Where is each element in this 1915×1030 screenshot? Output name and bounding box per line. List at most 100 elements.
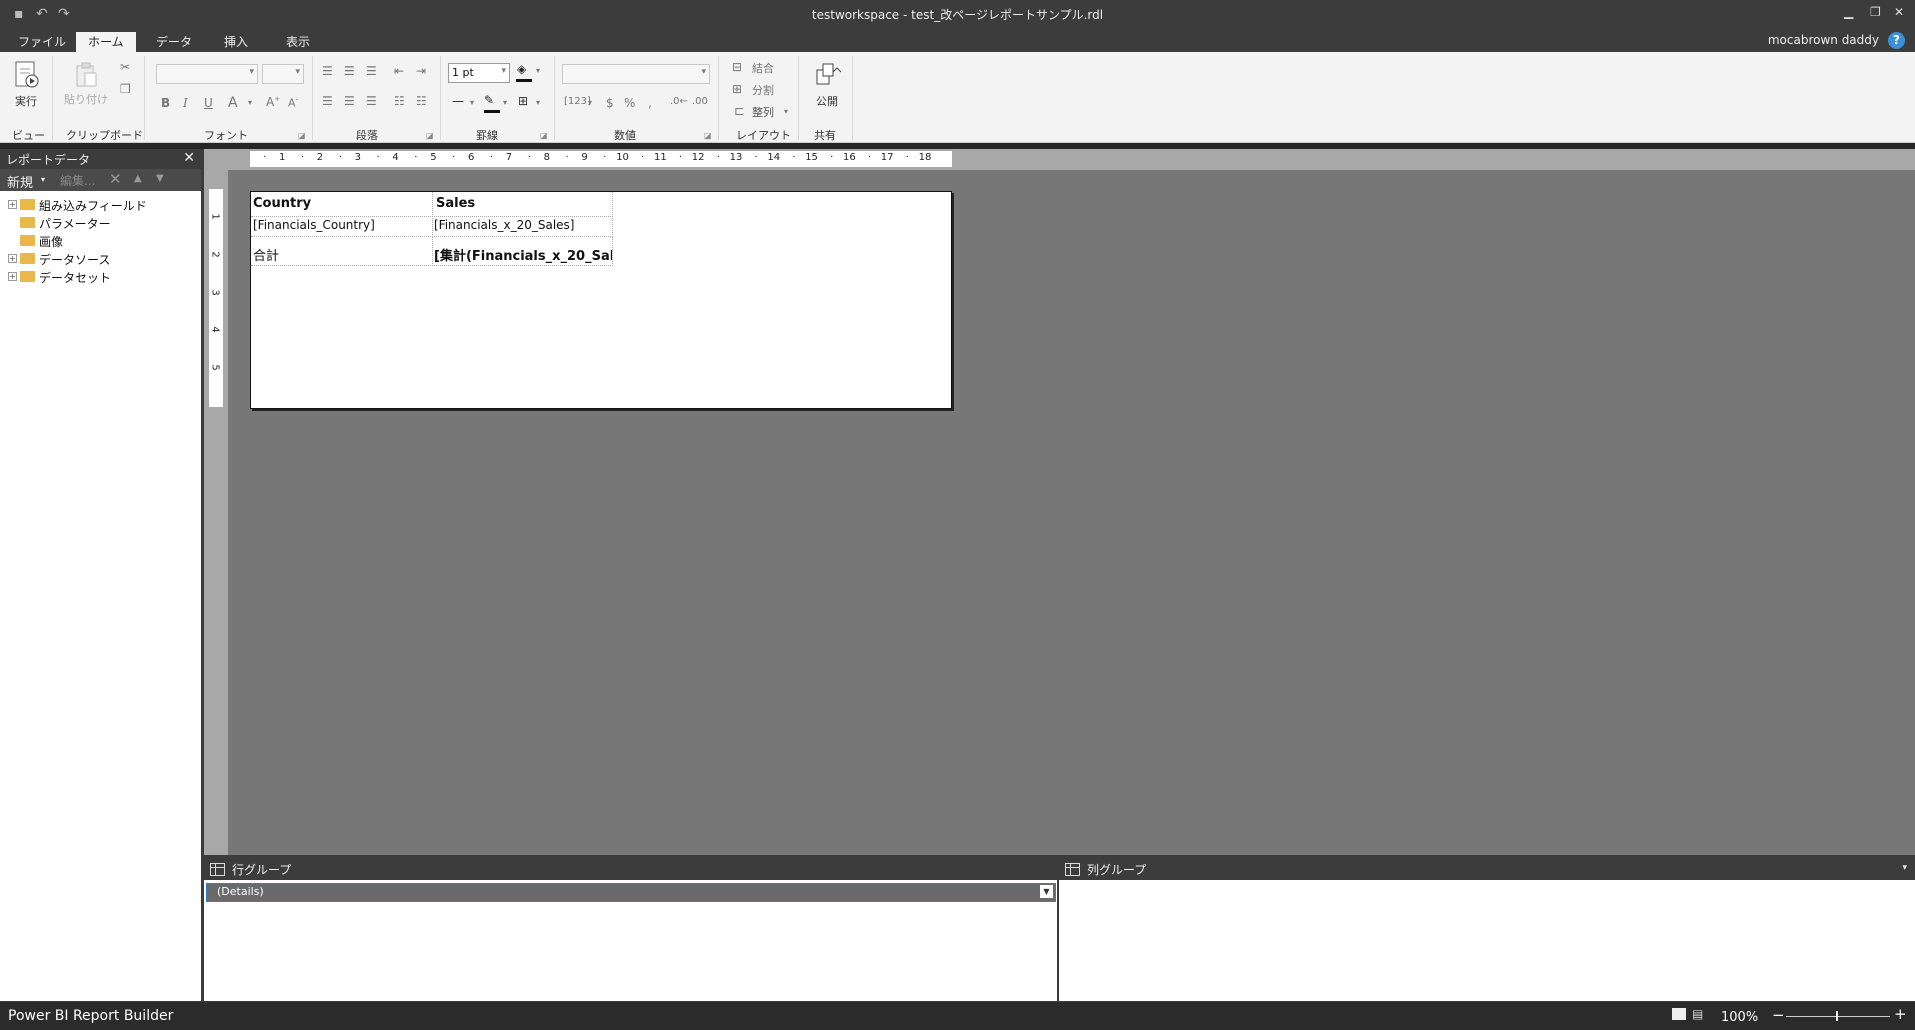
align-objects-label[interactable]: 整列 <box>752 104 774 120</box>
increase-indent-icon[interactable]: ⇥ <box>416 64 426 78</box>
decrease-decimal-icon[interactable]: .00 <box>692 96 708 107</box>
header-cell-country[interactable]: Country <box>251 192 433 217</box>
groups-options-icon[interactable]: ▾ <box>1902 863 1907 873</box>
edit-button[interactable]: 編集... <box>60 172 95 189</box>
total-cell-sales[interactable]: [集計(Financials_x_20_Sale <box>432 237 613 266</box>
paste-icon <box>76 62 97 87</box>
bold-icon[interactable]: B <box>161 96 170 110</box>
placeholder-format-icon[interactable]: [123] <box>564 96 591 107</box>
underline-icon[interactable]: U <box>204 96 213 110</box>
tab-view[interactable]: 表示 <box>274 32 322 52</box>
ribbon-tabs: ファイル ホーム データ 挿入 表示 mocabrown daddy ? <box>0 28 1915 52</box>
report-body[interactable]: Country Sales [Financials_Country] [Fina… <box>250 191 952 409</box>
font-size-dropdown[interactable]: ▾ <box>262 64 304 84</box>
border-style-icon[interactable]: — <box>452 94 464 108</box>
tab-file[interactable]: ファイル <box>6 32 78 52</box>
ruler-tick-label: 2 <box>316 152 324 163</box>
zoom-in-icon[interactable]: + <box>1894 1005 1907 1023</box>
align-objects-icon[interactable]: ⊏ <box>734 104 744 118</box>
tab-insert[interactable]: 挿入 <box>212 32 260 52</box>
split-label[interactable]: 分割 <box>752 82 774 98</box>
align-left-icon[interactable]: ☰ <box>322 94 333 108</box>
minimize-icon[interactable]: ▁ <box>1844 5 1853 19</box>
merge-label[interactable]: 結合 <box>752 60 774 76</box>
fill-dropdown-icon[interactable]: ▾ <box>536 66 540 75</box>
publish-label: 公開 <box>816 95 838 108</box>
font-launcher-icon[interactable]: ◪ <box>298 131 306 140</box>
details-group-item[interactable]: (Details) ▼ <box>206 883 1056 902</box>
increase-decimal-icon[interactable]: .0← <box>670 96 688 107</box>
user-name[interactable]: mocabrown daddy <box>1768 33 1879 47</box>
number-format-dropdown[interactable]: ▾ <box>562 64 710 84</box>
move-down-icon[interactable]: ▼ <box>156 173 164 184</box>
borders-dropdown-icon[interactable]: ▾ <box>536 98 540 107</box>
italic-icon[interactable]: I <box>183 96 188 110</box>
publish-button[interactable]: 公開 <box>810 60 844 109</box>
border-color-dropdown-icon[interactable]: ▾ <box>503 98 507 107</box>
cut-icon[interactable]: ✂ <box>120 60 130 74</box>
decrease-indent-icon[interactable]: ⇤ <box>394 64 404 78</box>
align-center-icon[interactable]: ☰ <box>344 94 355 108</box>
report-data-header: レポートデータ ✕ <box>0 149 201 169</box>
total-cell-label[interactable]: 合計 <box>251 237 433 266</box>
group-dropdown-icon[interactable]: ▼ <box>1040 885 1053 898</box>
grow-font-icon[interactable]: A+ <box>266 95 280 109</box>
align-right-icon[interactable]: ☰ <box>366 94 377 108</box>
report-data-title: レポートデータ <box>6 153 91 167</box>
new-button[interactable]: 新規 <box>7 172 33 191</box>
restore-icon[interactable]: ❐ <box>1870 5 1881 19</box>
expand-icon[interactable]: + <box>8 200 17 209</box>
move-up-icon[interactable]: ▲ <box>134 173 142 184</box>
column-groups-pane: 列グループ ▾ <box>1059 858 1915 1001</box>
close-panel-icon[interactable]: ✕ <box>183 150 195 166</box>
border-launcher-icon[interactable]: ◪ <box>540 131 548 140</box>
copy-icon[interactable]: ❐ <box>120 82 131 96</box>
design-view-icon[interactable] <box>1672 1008 1686 1020</box>
border-color-swatch <box>484 110 500 113</box>
tab-home[interactable]: ホーム <box>76 32 136 52</box>
zoom-level: 100% <box>1721 1010 1759 1025</box>
ruler-tick-mark: · <box>603 152 607 163</box>
help-icon[interactable]: ? <box>1888 32 1905 49</box>
align-middle-icon[interactable]: ☰ <box>344 64 355 78</box>
font-color-icon[interactable]: A <box>228 95 238 111</box>
delete-icon[interactable]: ✕ <box>109 170 122 188</box>
border-color-icon[interactable]: ✎ <box>484 93 494 107</box>
zoom-out-icon[interactable]: − <box>1772 1006 1785 1024</box>
paste-button[interactable]: 貼り付け <box>64 62 108 107</box>
zoom-slider-thumb[interactable] <box>1836 1011 1838 1021</box>
comma-icon[interactable]: , <box>648 96 652 110</box>
borders-icon[interactable]: ⊞ <box>518 94 528 108</box>
border-style-dropdown-icon[interactable]: ▾ <box>470 98 474 107</box>
font-name-dropdown[interactable]: ▾ <box>156 64 258 84</box>
zoom-slider[interactable] <box>1786 1016 1890 1017</box>
paragraph-launcher-icon[interactable]: ◪ <box>426 131 434 140</box>
new-dropdown-icon[interactable]: ▾ <box>41 175 45 184</box>
run-button[interactable]: 実行 <box>10 60 42 109</box>
detail-cell-country[interactable]: [Financials_Country] <box>251 216 433 237</box>
align-bottom-icon[interactable]: ☰ <box>366 64 377 78</box>
design-surface[interactable]: 1 · 2 · 3 · 4 · 5 · 6 · 7 · 8 · 9 · 10 · 11 · 12 · 13 · 14 · 15 · 16 · 1… <box>204 149 1915 855</box>
align-top-icon[interactable]: ☰ <box>322 64 333 78</box>
header-cell-sales[interactable]: Sales <box>432 192 613 217</box>
close-icon[interactable]: ✕ <box>1894 5 1904 19</box>
numbering-icon[interactable]: ☷ <box>416 94 427 108</box>
placeholder-dropdown-icon[interactable]: ▾ <box>588 98 592 107</box>
shrink-font-icon[interactable]: A- <box>288 96 298 110</box>
ruler-tick-mark: · <box>527 152 531 163</box>
detail-cell-sales[interactable]: [Financials_x_20_Sales] <box>432 216 613 237</box>
expand-icon[interactable]: + <box>8 254 17 263</box>
align-objects-dropdown-icon[interactable]: ▾ <box>784 107 788 116</box>
fill-color-icon[interactable]: ◈ <box>517 62 526 76</box>
currency-icon[interactable]: $ <box>606 96 614 110</box>
split-icon[interactable]: ⊞ <box>732 82 742 96</box>
font-color-dropdown-icon[interactable]: ▾ <box>248 98 252 107</box>
page-view-icon[interactable]: ▤ <box>1692 1007 1703 1021</box>
bullets-icon[interactable]: ☷ <box>394 94 405 108</box>
merge-icon[interactable]: ⊟ <box>732 60 742 74</box>
number-launcher-icon[interactable]: ◪ <box>704 131 712 140</box>
tab-data[interactable]: データ <box>144 32 204 52</box>
expand-icon[interactable]: + <box>8 272 17 281</box>
percent-icon[interactable]: % <box>624 96 635 110</box>
border-width-dropdown[interactable]: 1 pt ▾ <box>448 63 510 83</box>
